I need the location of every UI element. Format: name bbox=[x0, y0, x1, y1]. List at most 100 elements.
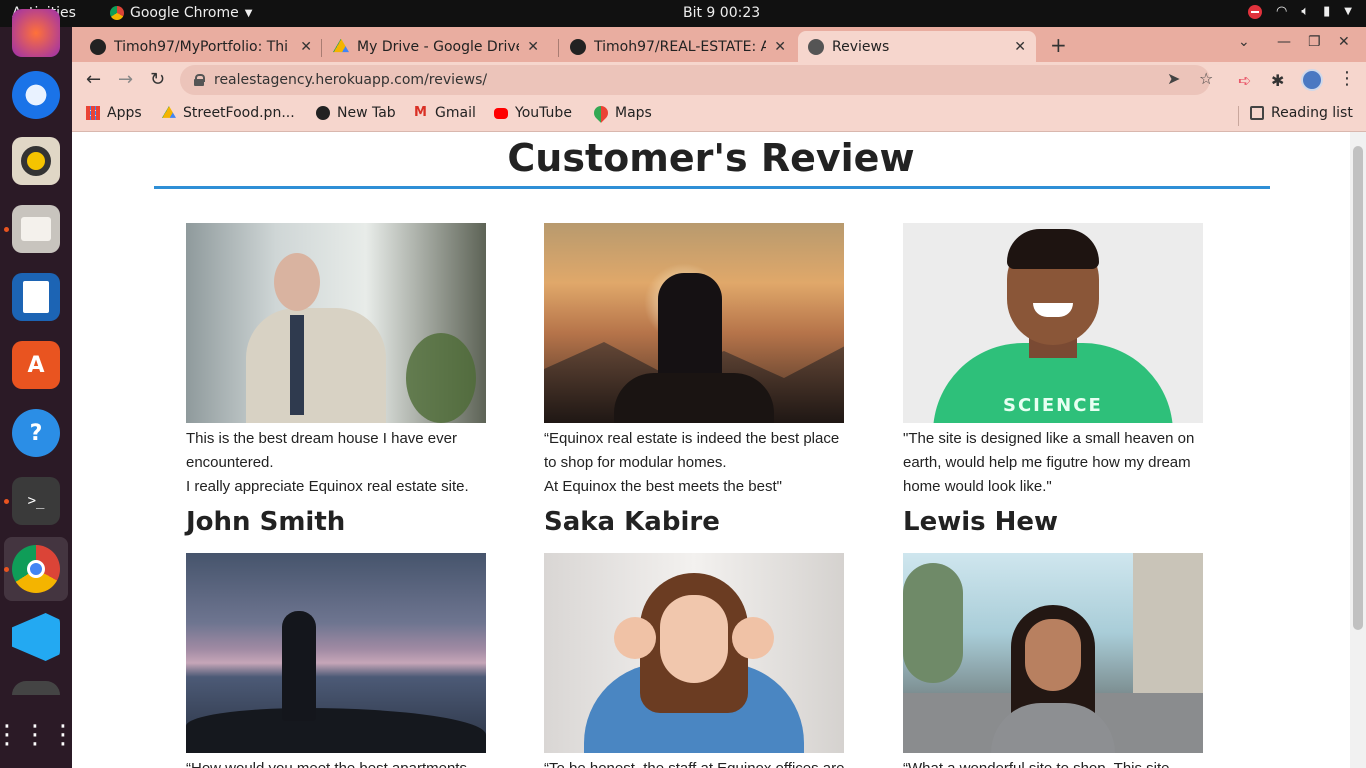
reload-button[interactable]: ↻ bbox=[150, 69, 165, 90]
quote-line: “What a wonderful site to shop. This sit… bbox=[903, 757, 1223, 768]
avatar[interactable] bbox=[1301, 69, 1323, 91]
bookmark-youtube[interactable]: YouTube bbox=[494, 105, 572, 121]
review-quote: "The site is designed like a small heave… bbox=[903, 427, 1223, 499]
page-scrollbar[interactable] bbox=[1350, 132, 1366, 768]
reading-list-icon bbox=[1250, 106, 1264, 120]
tab-title: My Drive - Google Drive bbox=[357, 38, 520, 55]
battery-icon: ▮ bbox=[1323, 4, 1331, 19]
reading-list-button[interactable]: Reading list bbox=[1250, 105, 1353, 121]
software-icon[interactable]: A bbox=[12, 341, 60, 389]
quote-line: "The site is designed like a small heave… bbox=[903, 430, 1195, 447]
review-card: “What a wonderful site to shop. This sit… bbox=[903, 553, 1223, 768]
forward-button[interactable]: → bbox=[118, 69, 133, 90]
youtube-icon bbox=[494, 107, 508, 119]
globe-icon bbox=[808, 38, 824, 55]
close-icon[interactable]: ✕ bbox=[1014, 39, 1026, 55]
tab-strip: Timoh97/MyPortfolio: Thi ✕ My Drive - Go… bbox=[72, 27, 1366, 62]
close-icon[interactable]: ✕ bbox=[527, 39, 539, 55]
quote-line: “How would you meet the best apartments bbox=[186, 757, 506, 768]
reviewer-photo bbox=[544, 553, 844, 753]
bookmark-label: Gmail bbox=[435, 105, 476, 121]
bookmark-gmail[interactable]: M Gmail bbox=[414, 105, 476, 121]
browser-toolbar: ← → ↻ realestagency.herokuapp.com/review… bbox=[72, 62, 1366, 98]
back-button[interactable]: ← bbox=[86, 69, 101, 90]
bookmark-streetfood[interactable]: StreetFood.pn... bbox=[162, 105, 295, 121]
maps-icon bbox=[591, 103, 611, 123]
bookmark-label: Maps bbox=[615, 105, 652, 121]
review-quote: “To be honest, the staff at Equinox offi… bbox=[544, 757, 864, 768]
send-tab-icon[interactable]: ➤ bbox=[1167, 69, 1180, 88]
review-card: This is the best dream house I have ever… bbox=[186, 223, 506, 537]
dock: A ? >_ ⋮⋮⋮ bbox=[0, 9, 76, 768]
shirt-print: SCIENCE bbox=[1003, 395, 1103, 416]
bookmark-new-tab[interactable]: New Tab bbox=[316, 105, 396, 121]
reviewer-photo bbox=[186, 223, 486, 423]
tab-search-icon[interactable]: ⌄ bbox=[1238, 34, 1250, 50]
scrollbar-thumb[interactable] bbox=[1353, 146, 1363, 630]
maximize-button[interactable]: ❐ bbox=[1308, 34, 1321, 50]
files-icon[interactable] bbox=[4, 205, 60, 253]
review-card: “Equinox real estate is indeed the best … bbox=[544, 223, 864, 537]
title-underline bbox=[154, 186, 1270, 189]
review-quote: “Equinox real estate is indeed the best … bbox=[544, 427, 864, 499]
bookmark-label: StreetFood.pn... bbox=[183, 105, 295, 121]
bookmark-maps[interactable]: Maps bbox=[591, 103, 652, 123]
bookmark-label: Apps bbox=[107, 105, 142, 121]
apps-grid-icon bbox=[86, 106, 100, 120]
reading-list-label: Reading list bbox=[1271, 105, 1353, 121]
close-icon[interactable]: ✕ bbox=[300, 39, 312, 55]
close-icon[interactable]: ✕ bbox=[774, 39, 786, 55]
bookmark-apps[interactable]: Apps bbox=[86, 105, 142, 121]
vscode-icon[interactable] bbox=[12, 613, 60, 661]
tab-myportfolio[interactable]: Timoh97/MyPortfolio: Thi ✕ bbox=[80, 31, 322, 62]
quote-line: earth, would help me figutre how my drea… bbox=[903, 454, 1191, 471]
close-window-button[interactable]: ✕ bbox=[1338, 34, 1350, 50]
tab-reviews[interactable]: Reviews ✕ bbox=[798, 31, 1036, 62]
reviewer-name: Saka Kabire bbox=[544, 507, 720, 537]
system-tray[interactable]: ◠ 🔈︎ ▮ ▼ bbox=[1247, 4, 1352, 19]
tab-google-drive[interactable]: My Drive - Google Drive ✕ bbox=[323, 31, 549, 62]
tab-real-estate[interactable]: Timoh97/REAL-ESTATE: A ✕ bbox=[560, 31, 796, 62]
bookmarks-bar: Apps StreetFood.pn... New Tab M Gmail Yo… bbox=[72, 98, 1366, 132]
review-card: “To be honest, the staff at Equinox offi… bbox=[544, 553, 864, 768]
do-not-disturb-icon bbox=[1247, 4, 1262, 19]
bookmark-star-icon[interactable]: ☆ bbox=[1199, 69, 1213, 88]
wifi-icon: ◠ bbox=[1275, 4, 1288, 19]
quote-line: home would look like." bbox=[903, 478, 1052, 495]
new-tab-button[interactable]: + bbox=[1050, 33, 1067, 57]
google-drive-icon bbox=[333, 38, 349, 53]
help-icon[interactable]: ? bbox=[12, 409, 60, 457]
volume-icon: 🔈︎ bbox=[1301, 4, 1310, 19]
page-title: Customer's Review bbox=[507, 136, 915, 180]
reviewer-name: John Smith bbox=[186, 507, 346, 537]
writer-icon[interactable] bbox=[12, 273, 60, 321]
thunderbird-icon[interactable] bbox=[12, 71, 60, 119]
minimize-button[interactable]: — bbox=[1277, 34, 1291, 50]
tab-title: Reviews bbox=[832, 38, 890, 55]
google-drive-icon bbox=[162, 106, 176, 118]
globe-icon bbox=[316, 106, 330, 120]
system-top-bar: Activities Google Chrome ▼ Bit 9 00:23 ◠… bbox=[0, 0, 1366, 27]
terminal-icon[interactable]: >_ bbox=[4, 477, 60, 525]
trash-icon[interactable] bbox=[12, 681, 60, 695]
address-bar[interactable]: realestagency.herokuapp.com/reviews/ bbox=[180, 65, 1210, 95]
browser-window: Timoh97/MyPortfolio: Thi ✕ My Drive - Go… bbox=[72, 27, 1366, 132]
app-menu[interactable]: Google Chrome ▼ bbox=[110, 5, 252, 21]
lock-icon[interactable] bbox=[194, 74, 205, 86]
page-content: Customer's Review This is the best dream… bbox=[72, 132, 1350, 768]
chevron-down-icon: ▼ bbox=[1344, 6, 1352, 17]
app-menu-label: Google Chrome bbox=[130, 5, 239, 21]
menu-icon[interactable]: ⋮ bbox=[1338, 68, 1356, 89]
extensions-puzzle-icon[interactable]: ✱ bbox=[1271, 71, 1284, 90]
clock[interactable]: Bit 9 00:23 bbox=[683, 5, 760, 21]
url-text[interactable]: realestagency.herokuapp.com/reviews/ bbox=[214, 72, 487, 88]
chevron-down-icon: ▼ bbox=[244, 7, 253, 19]
github-icon bbox=[570, 38, 586, 55]
reviewer-photo bbox=[186, 553, 486, 753]
chrome-icon[interactable] bbox=[4, 545, 60, 593]
app-grid-icon[interactable]: ⋮⋮⋮ bbox=[0, 711, 76, 759]
firefox-icon[interactable] bbox=[12, 9, 60, 57]
rhythmbox-icon[interactable] bbox=[12, 137, 60, 185]
extension-icon[interactable]: ➪ bbox=[1238, 71, 1251, 90]
quote-line: At Equinox the best meets the best" bbox=[544, 478, 782, 495]
